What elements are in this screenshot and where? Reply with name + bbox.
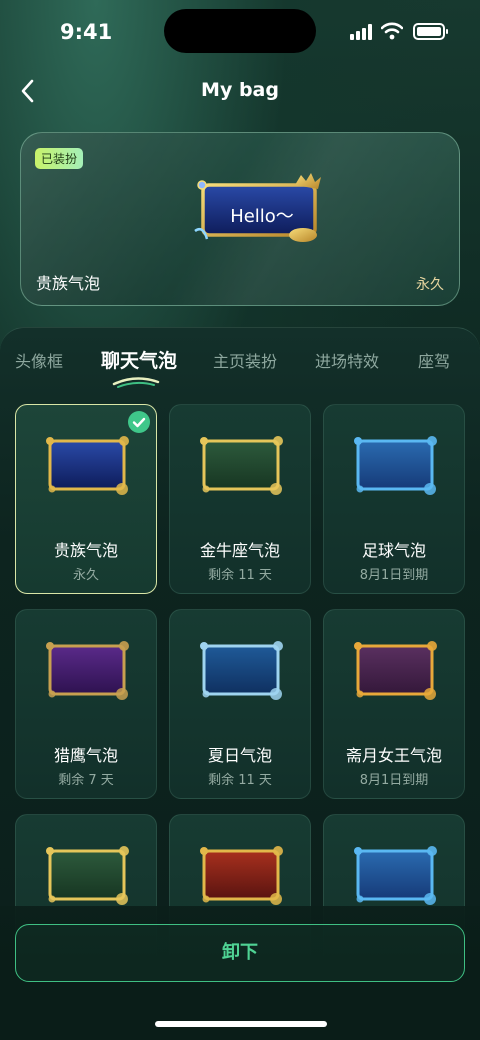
bubble-thumbnail [46, 436, 129, 495]
dynamic-island [164, 9, 316, 53]
nav-bar: My bag [0, 64, 480, 118]
preview-item-duration: 永久 [416, 277, 444, 293]
preview-bubble-text: Hello～ [230, 206, 294, 227]
item-duration: 8月1日到期 [359, 773, 429, 788]
item-name: 贵族气泡 [53, 541, 118, 560]
status-time: 9:41 [60, 20, 113, 44]
item-duration: 8月1日到期 [359, 568, 429, 583]
preview-item-name: 贵族气泡 [36, 274, 101, 293]
bottom-action-bar: 卸下 [0, 906, 480, 1040]
active-tab-indicator [112, 377, 160, 388]
cellular-signal-icon [350, 24, 374, 40]
item-name: 猎鹰气泡 [53, 746, 118, 765]
item-name: 夏日气泡 [207, 746, 272, 765]
bubble-thumbnail [46, 846, 129, 905]
item-duration: 剩余 7 天 [58, 773, 114, 788]
item-name: 足球气泡 [361, 541, 426, 560]
selected-check-icon [128, 411, 150, 433]
item-name: 斋月女王气泡 [345, 746, 442, 765]
screen: 9:41 My bag 已装扮 Hello～ 贵族气泡 永久 头像框 聊天气泡 … [0, 0, 480, 1040]
page-title: My bag [201, 79, 279, 101]
item-card[interactable]: 金牛座气泡剩余 11 天 [169, 404, 311, 594]
bubble-thumbnail [200, 846, 283, 905]
tab-entrance-effect[interactable]: 进场特效 [315, 348, 379, 372]
status-bar: 9:41 [0, 0, 480, 64]
bubble-thumbnail [354, 436, 437, 495]
tab-avatar-frame[interactable]: 头像框 [15, 348, 63, 372]
item-card[interactable]: 夏日气泡剩余 11 天 [169, 609, 311, 799]
tab-chat-bubble[interactable]: 聊天气泡 [101, 346, 177, 373]
bubble-thumbnail [200, 436, 283, 495]
item-duration: 永久 [72, 568, 99, 583]
item-duration: 剩余 11 天 [208, 773, 272, 788]
item-name: 金牛座气泡 [199, 541, 280, 560]
item-card[interactable]: 猎鹰气泡剩余 7 天 [15, 609, 157, 799]
equipped-badge: 已装扮 [35, 148, 84, 169]
item-card[interactable]: 贵族气泡 永久 [15, 404, 157, 594]
wifi-icon [381, 22, 403, 40]
item-card[interactable]: 斋月女王气泡 8月1日到期 [323, 609, 465, 799]
bubble-thumbnail [46, 641, 129, 700]
equipped-preview-card: 已装扮 Hello～ 贵族气泡 永久 [20, 132, 460, 306]
battery-icon [413, 23, 448, 40]
item-duration: 剩余 11 天 [208, 568, 272, 583]
home-indicator [155, 1021, 327, 1027]
item-card[interactable]: 足球气泡 8月1日到期 [323, 404, 465, 594]
bubble-thumbnail [200, 641, 283, 700]
unequip-button[interactable]: 卸下 [15, 924, 465, 982]
tab-homepage-decor[interactable]: 主页装扮 [213, 348, 277, 372]
bubble-thumbnail [354, 641, 437, 700]
tab-vehicle[interactable]: 座驾 [418, 348, 450, 372]
category-tabs: 头像框 聊天气泡 主页装扮 进场特效 座驾 [0, 348, 480, 388]
bubble-thumbnail [354, 846, 437, 905]
